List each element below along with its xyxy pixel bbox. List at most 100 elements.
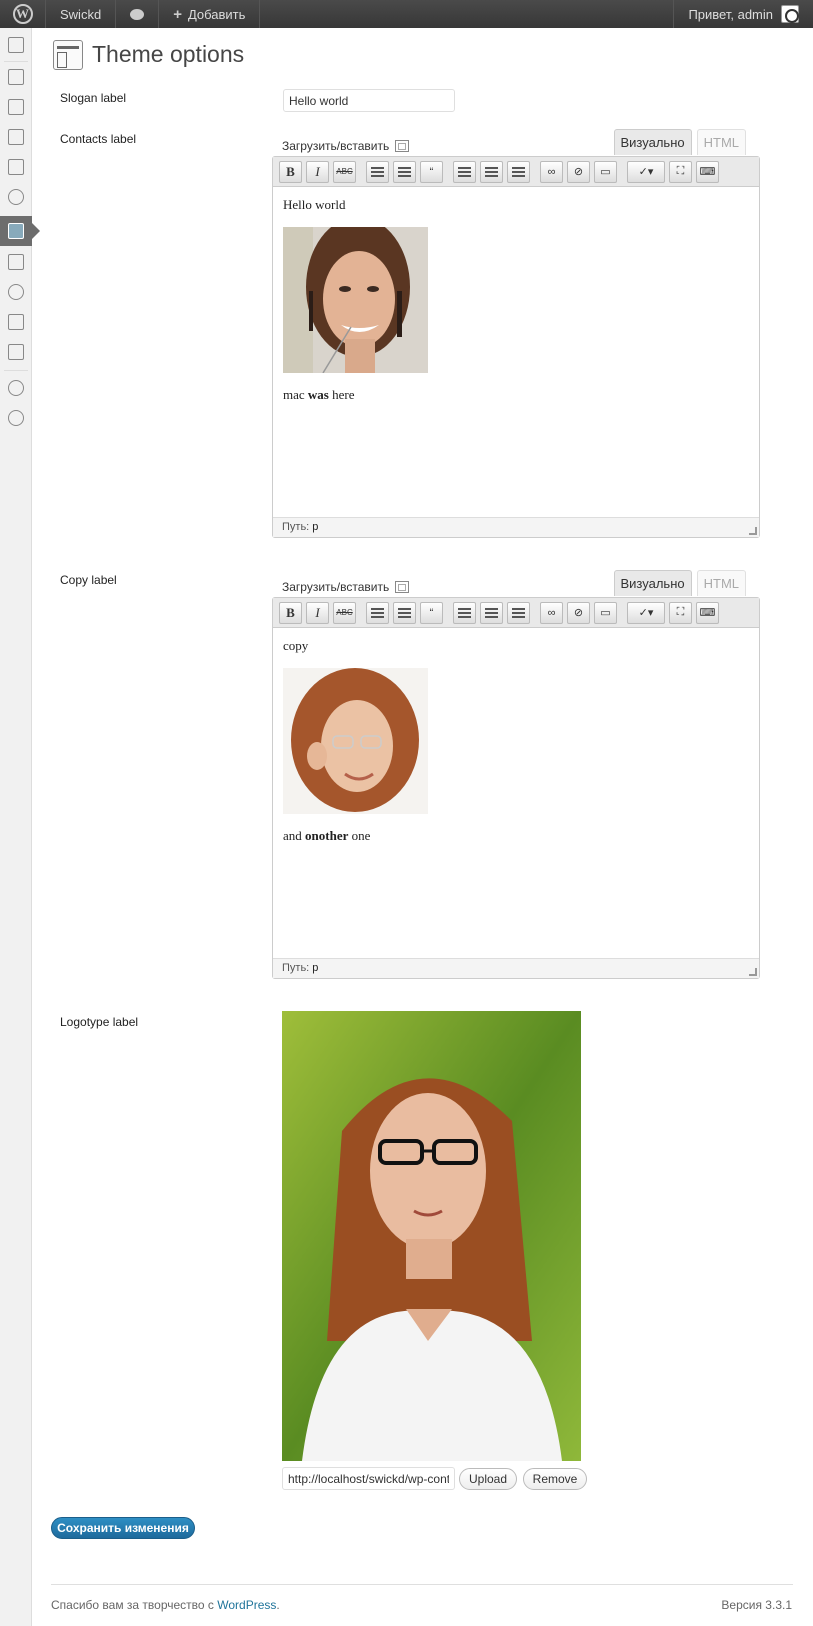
- bold-text: was: [307, 387, 329, 402]
- fullscreen-button[interactable]: ⛶: [669, 601, 692, 624]
- collapse-menu-button[interactable]: [0, 403, 32, 433]
- italic-button[interactable]: I: [306, 601, 329, 624]
- contacts-media-upload[interactable]: Загрузить/вставить: [282, 139, 410, 153]
- pages-icon: [8, 159, 24, 175]
- users-icon: [8, 284, 24, 300]
- settings-menu-item[interactable]: [0, 337, 32, 367]
- upload-button[interactable]: Upload: [459, 1468, 517, 1490]
- align-left-button[interactable]: [453, 601, 476, 624]
- insert-link-button[interactable]: ∞: [540, 160, 563, 183]
- align-right-button[interactable]: [507, 160, 530, 183]
- strikethrough-button[interactable]: ABC: [333, 160, 356, 183]
- copy-editor-body[interactable]: copy and onother one: [273, 628, 759, 958]
- align-center-icon: [485, 607, 498, 618]
- spellcheck-button[interactable]: ✓▾: [627, 601, 665, 624]
- bold-button[interactable]: B: [279, 160, 302, 183]
- tab-html[interactable]: HTML: [696, 570, 746, 596]
- editor-toolbar: B I ABC “ ∞ ⊘ ▭ ✓▾ ⛶ ⌨: [273, 157, 759, 187]
- woman-portrait-image[interactable]: [283, 227, 428, 373]
- path-value[interactable]: p: [312, 962, 318, 974]
- path-value[interactable]: p: [312, 521, 318, 533]
- tab-html[interactable]: HTML: [696, 129, 746, 155]
- text-fragment: and: [283, 828, 306, 843]
- extra-menu-item[interactable]: [0, 373, 32, 403]
- slogan-input[interactable]: [283, 89, 455, 112]
- dashboard-menu-item[interactable]: [0, 30, 32, 60]
- contacts-editor-body[interactable]: Hello world mac was here: [273, 187, 759, 517]
- media-upload-label: Загрузить/вставить: [282, 139, 390, 153]
- links-menu-item[interactable]: [0, 122, 32, 152]
- collapse-arrow-icon: [8, 410, 24, 426]
- comments-link[interactable]: [116, 0, 160, 28]
- comment-icon: [130, 8, 145, 20]
- kitchen-sink-button[interactable]: ⌨: [696, 160, 719, 183]
- tab-visual[interactable]: Визуально: [613, 570, 692, 596]
- wordpress-menu[interactable]: W: [0, 0, 46, 28]
- dashboard-icon: [8, 37, 24, 53]
- remove-button[interactable]: Remove: [523, 1468, 587, 1490]
- copy-label: Copy label: [60, 573, 117, 587]
- editor-paragraph: mac was here: [283, 387, 749, 403]
- media-menu-item[interactable]: [0, 92, 32, 122]
- theme-options-menu-item[interactable]: [0, 216, 40, 246]
- tools-menu-item[interactable]: [0, 307, 32, 337]
- woman-glasses-image[interactable]: [283, 668, 428, 814]
- pages-menu-item[interactable]: [0, 152, 32, 182]
- align-left-icon: [458, 166, 471, 177]
- align-left-button[interactable]: [453, 160, 476, 183]
- align-center-button[interactable]: [480, 160, 503, 183]
- bullet-list-button[interactable]: [366, 160, 389, 183]
- spellcheck-button[interactable]: ✓▾: [627, 160, 665, 183]
- add-new-menu[interactable]: + Добавить: [159, 0, 261, 28]
- text-fragment: here: [328, 387, 355, 402]
- footer-thanks-prefix: Спасибо вам за творчество с: [51, 1598, 218, 1612]
- pin-icon: [8, 69, 24, 85]
- align-right-icon: [512, 607, 525, 618]
- more-tag-button[interactable]: ▭: [594, 160, 617, 183]
- bold-text: onother: [305, 828, 349, 843]
- logotype-url-input[interactable]: [282, 1467, 455, 1490]
- unlink-button[interactable]: ⊘: [567, 160, 590, 183]
- account-menu[interactable]: Привет, admin: [673, 0, 813, 28]
- media-icon: [8, 99, 24, 115]
- bold-button[interactable]: B: [279, 601, 302, 624]
- bullet-list-button[interactable]: [366, 601, 389, 624]
- strikethrough-button[interactable]: ABC: [333, 601, 356, 624]
- path-label: Путь:: [282, 521, 310, 533]
- fullscreen-button[interactable]: ⛶: [669, 160, 692, 183]
- italic-button[interactable]: I: [306, 160, 329, 183]
- blockquote-button[interactable]: “: [420, 160, 443, 183]
- text-fragment: one: [348, 828, 371, 843]
- contacts-editor: Загрузить/вставить Визуально HTML B I AB…: [272, 129, 760, 554]
- comments-menu-item[interactable]: [0, 182, 32, 212]
- plugin-icon: [8, 254, 24, 270]
- admin-bar: W Swickd + Добавить Привет, admin: [0, 0, 813, 28]
- save-changes-button[interactable]: Сохранить изменения: [51, 1517, 195, 1539]
- copy-editor-frame: B I ABC “ ∞ ⊘ ▭ ✓▾ ⛶ ⌨ copy and onother …: [272, 597, 760, 979]
- site-name-link[interactable]: Swickd: [46, 0, 117, 28]
- align-center-button[interactable]: [480, 601, 503, 624]
- tab-visual[interactable]: Визуально: [613, 129, 692, 155]
- insert-link-button[interactable]: ∞: [540, 601, 563, 624]
- resize-handle-icon[interactable]: [749, 968, 757, 976]
- plugins-menu-item[interactable]: [0, 247, 32, 277]
- users-menu-item[interactable]: [0, 277, 32, 307]
- more-tag-button[interactable]: ▭: [594, 601, 617, 624]
- copy-media-upload[interactable]: Загрузить/вставить: [282, 580, 410, 594]
- numbered-list-button[interactable]: [393, 160, 416, 183]
- wordpress-link[interactable]: WordPress: [217, 1598, 276, 1612]
- blockquote-button[interactable]: “: [420, 601, 443, 624]
- resize-handle-icon[interactable]: [749, 527, 757, 535]
- posts-menu-item[interactable]: [0, 62, 32, 92]
- path-label: Путь:: [282, 962, 310, 974]
- unlink-button[interactable]: ⊘: [567, 601, 590, 624]
- add-new-label: Добавить: [187, 6, 246, 22]
- gear-icon: [8, 380, 24, 396]
- numbered-list-icon: [398, 607, 411, 618]
- logotype-preview-image: [282, 1011, 581, 1461]
- numbered-list-button[interactable]: [393, 601, 416, 624]
- slogan-label: Slogan label: [60, 91, 127, 105]
- align-right-button[interactable]: [507, 601, 530, 624]
- theme-options-page-icon: [53, 40, 83, 70]
- kitchen-sink-button[interactable]: ⌨: [696, 601, 719, 624]
